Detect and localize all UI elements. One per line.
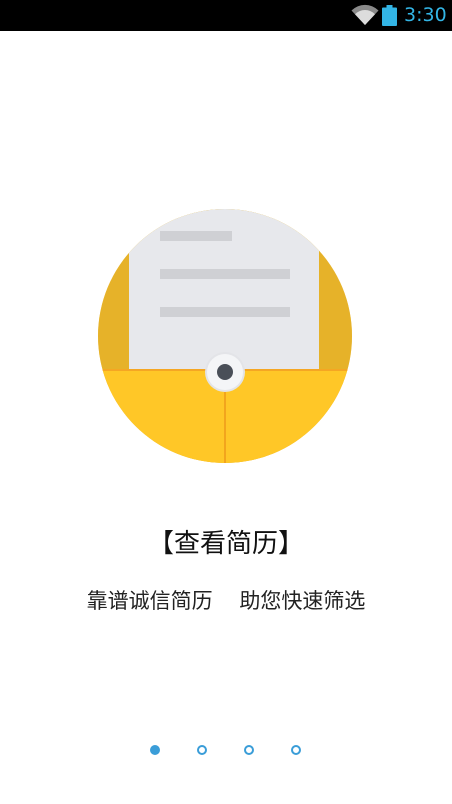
page-dot[interactable]	[197, 745, 207, 755]
page-dot-active[interactable]	[150, 745, 160, 755]
battery-icon	[382, 5, 397, 26]
resume-line	[160, 269, 290, 279]
status-bar: 3:30	[0, 0, 452, 31]
page-indicator	[0, 743, 452, 757]
page-dot[interactable]	[244, 745, 254, 755]
wifi-icon	[351, 4, 379, 25]
page-title: 【查看简历】	[147, 529, 304, 559]
status-clock: 3:30	[404, 4, 447, 26]
resume-envelope-illustration	[98, 209, 352, 463]
resume-line	[160, 231, 232, 241]
clasp-button	[217, 364, 233, 380]
page-dot[interactable]	[291, 745, 301, 755]
onboarding-screen: 3:30 【查看简历】 靠谱诚信简历 助您快速筛选	[0, 0, 452, 804]
resume-line	[160, 307, 290, 317]
page-subtitle: 靠谱诚信简历 助您快速筛选	[86, 589, 366, 613]
